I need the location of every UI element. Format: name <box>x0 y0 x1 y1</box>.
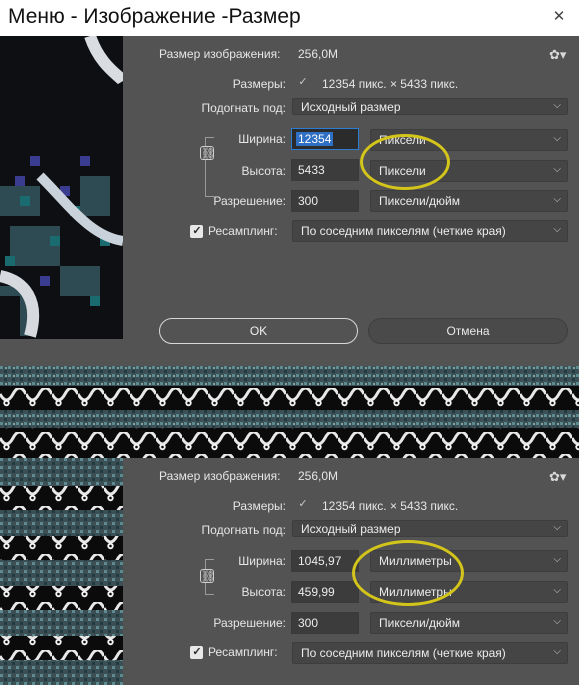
image-canvas-strip <box>0 366 579 458</box>
width-unit-value: Миллиметры <box>379 554 452 568</box>
ok-button[interactable]: OK <box>159 318 358 344</box>
resolution-unit-value: Пиксели/дюйм <box>379 194 460 208</box>
fit-to-value: Исходный размер <box>301 522 401 536</box>
resample-select[interactable]: По соседним пикселям (четкие края) ⌵ <box>292 642 568 664</box>
chevron-down-icon: ⌵ <box>553 646 561 657</box>
resample-checkbox[interactable]: ✓ <box>190 646 203 659</box>
fit-to-label: Подогнать под: <box>201 101 286 115</box>
height-input[interactable]: 5433 <box>291 159 359 181</box>
resample-checkbox[interactable]: ✓ <box>190 225 203 238</box>
chevron-down-icon: ⌵ <box>553 522 561 533</box>
resolution-unit-select[interactable]: Пиксели/дюйм ⌵ <box>370 190 568 212</box>
gear-icon[interactable]: ✿▾ <box>549 47 569 63</box>
image-preview[interactable] <box>0 36 123 339</box>
width-input[interactable]: 12354 <box>291 128 359 150</box>
window-title-bar: Меню - Изображение -Размер ✕ <box>0 0 579 36</box>
resolution-label: Разрешение: <box>213 616 286 630</box>
chevron-down-icon: ⌵ <box>553 164 561 175</box>
resample-label: Ресамплинг: <box>208 224 278 238</box>
chevron-down-icon: ⌵ <box>553 100 561 111</box>
width-label: Ширина: <box>238 554 286 568</box>
resolution-value: 300 <box>298 194 319 208</box>
resample-value: По соседним пикселям (четкие края) <box>301 224 506 238</box>
dimensions-value: 12354 пикс. × 5433 пикс. <box>322 77 459 91</box>
height-value: 459,99 <box>298 585 335 599</box>
width-label: Ширина: <box>238 132 286 146</box>
resample-select[interactable]: По соседним пикселям (четкие края) ⌵ <box>292 220 568 242</box>
image-size-value: 256,0M <box>298 469 339 483</box>
fit-to-select[interactable]: Исходный размер ⌵ <box>292 520 568 537</box>
image-size-label: Размер изображения: <box>159 47 281 61</box>
height-unit-select[interactable]: Миллиметры ⌵ <box>370 581 568 603</box>
dimensions-toggle[interactable]: ✓ <box>297 498 310 512</box>
image-preview[interactable] <box>0 458 123 685</box>
dimensions-value: 12354 пикс. × 5433 пикс. <box>322 499 459 513</box>
chevron-down-icon: ⌵ <box>553 554 561 565</box>
width-unit-select[interactable]: Миллиметры ⌵ <box>370 550 568 572</box>
height-unit-value: Пиксели <box>379 164 426 178</box>
height-input[interactable]: 459,99 <box>291 581 359 603</box>
chevron-down-icon: ⌵ <box>553 224 561 235</box>
dimensions-toggle[interactable]: ✓ <box>297 76 310 90</box>
resample-value: По соседним пикселям (четкие края) <box>301 646 506 660</box>
close-icon[interactable]: ✕ <box>550 8 568 26</box>
resolution-input[interactable]: 300 <box>291 612 359 634</box>
image-size-dialog-bottom: Размер изображения: 256,0M ✿▾ Размеры: ✓… <box>0 458 579 685</box>
height-label: Высота: <box>241 585 286 599</box>
gear-icon[interactable]: ✿▾ <box>549 469 569 485</box>
resolution-unit-select[interactable]: Пиксели/дюйм ⌵ <box>370 612 568 634</box>
width-value: 12354 <box>296 132 334 146</box>
resolution-value: 300 <box>298 616 319 630</box>
chevron-down-icon: ✓ <box>298 76 308 88</box>
chain-link-icon[interactable]: ⛓ <box>200 569 215 583</box>
fit-to-label: Подогнать под: <box>201 523 286 537</box>
width-unit-select[interactable]: Пиксели ⌵ <box>370 129 568 151</box>
chevron-down-icon: ⌵ <box>553 585 561 596</box>
chevron-down-icon: ⌵ <box>553 616 561 627</box>
image-size-dialog-top: Размер изображения: 256,0M ✿▾ Размеры: ✓… <box>0 36 579 366</box>
width-value: 1045,97 <box>298 554 342 568</box>
resample-label: Ресамплинг: <box>208 645 278 659</box>
width-unit-value: Пиксели <box>379 133 426 147</box>
dimensions-label: Размеры: <box>232 499 286 513</box>
resolution-input[interactable]: 300 <box>291 190 359 212</box>
image-size-value: 256,0M <box>298 47 339 61</box>
height-value: 5433 <box>298 163 325 177</box>
checkmark-icon: ✓ <box>192 646 202 658</box>
resolution-unit-value: Пиксели/дюйм <box>379 616 460 630</box>
resolution-label: Разрешение: <box>213 194 286 208</box>
height-unit-select[interactable]: Пиксели ⌵ <box>370 160 568 182</box>
checkmark-icon: ✓ <box>192 225 202 237</box>
fit-to-value: Исходный размер <box>301 100 401 114</box>
width-input[interactable]: 1045,97 <box>291 550 359 572</box>
chevron-down-icon: ✓ <box>298 498 308 510</box>
image-size-label: Размер изображения: <box>159 469 281 483</box>
chevron-down-icon: ⌵ <box>553 194 561 205</box>
chevron-down-icon: ⌵ <box>553 133 561 144</box>
height-unit-value: Миллиметры <box>379 585 452 599</box>
height-label: Высота: <box>241 164 286 178</box>
fit-to-select[interactable]: Исходный размер ⌵ <box>292 98 568 115</box>
window-title: Меню - Изображение -Размер <box>8 5 301 28</box>
chain-link-icon[interactable]: ⛓ <box>200 146 215 160</box>
dimensions-label: Размеры: <box>232 77 286 91</box>
cancel-button[interactable]: Отмена <box>368 318 568 344</box>
